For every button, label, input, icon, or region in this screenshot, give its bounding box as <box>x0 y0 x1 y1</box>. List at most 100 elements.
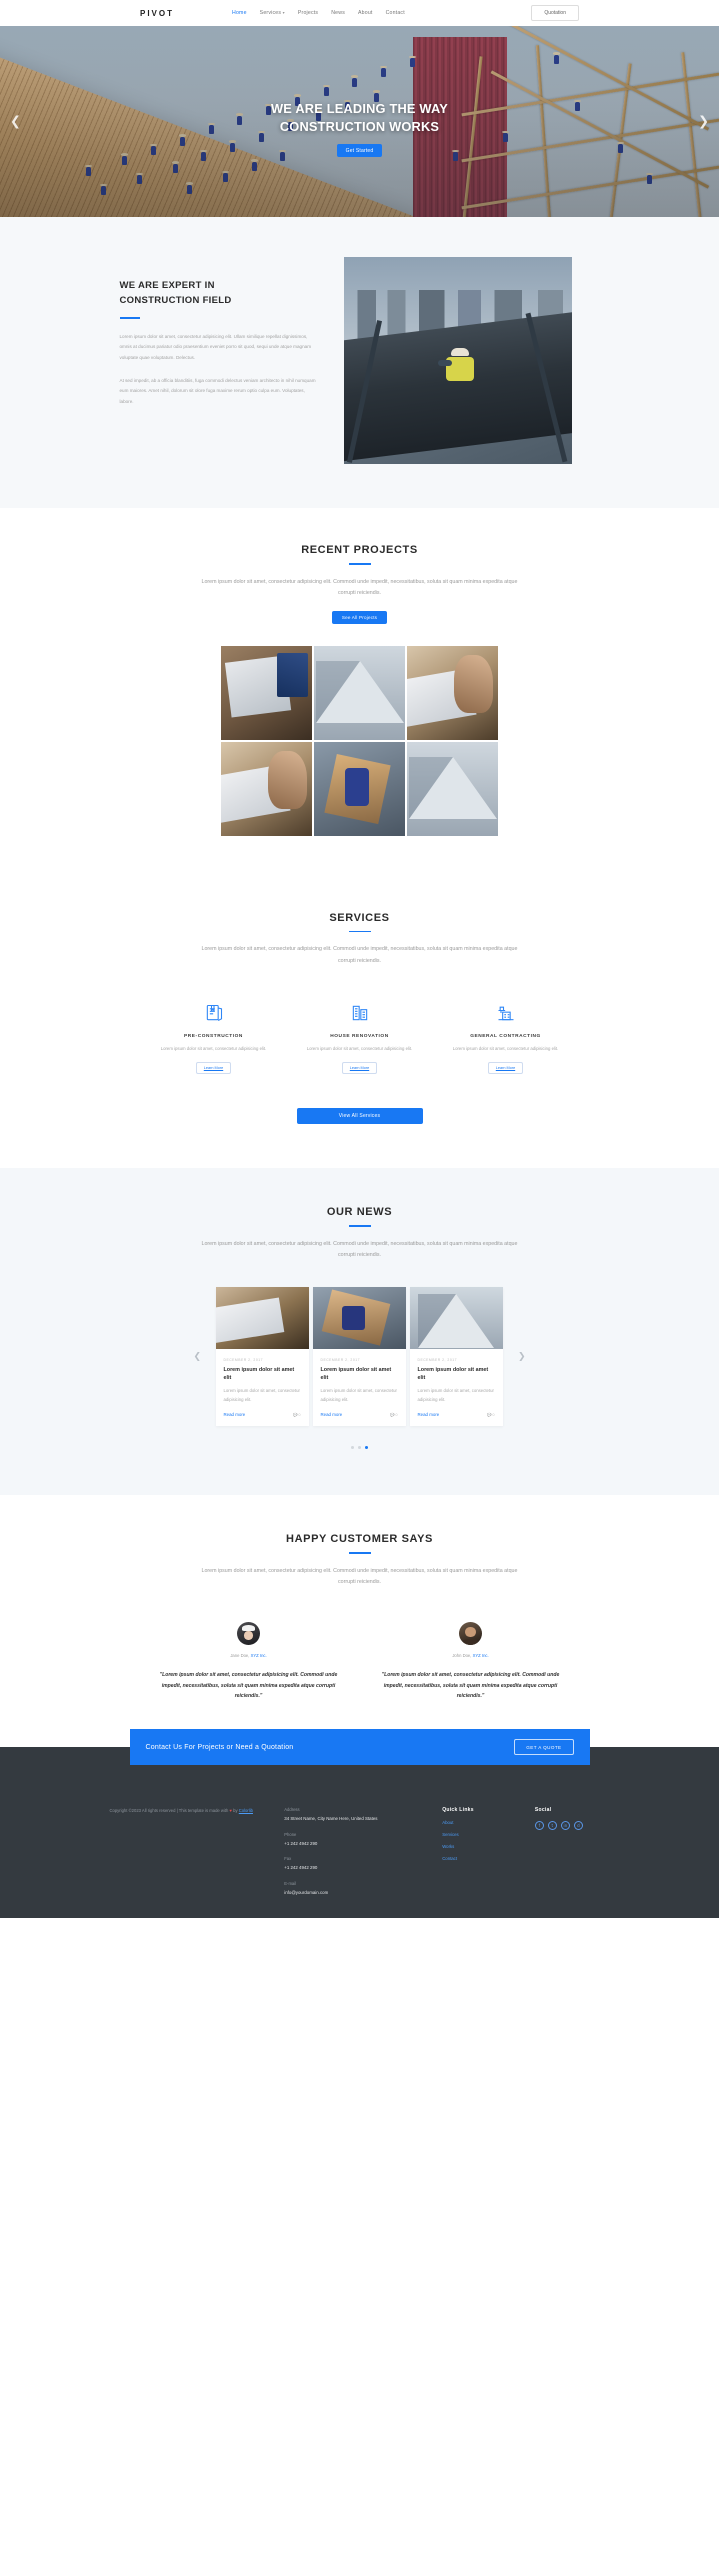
address-value: 34 Street Name, City Name Here, United S… <box>284 1816 378 1822</box>
carousel-dot-active[interactable] <box>365 1446 368 1450</box>
news-lead: Lorem ipsum dolor sit amet, consectetur … <box>201 1240 518 1258</box>
address-label: Address <box>284 1807 300 1813</box>
twitter-icon[interactable]: t <box>547 1821 557 1831</box>
view-all-services-button[interactable]: View All Services <box>296 1108 423 1125</box>
service-desc: Lorem ipsum dolor sit amet, consectetur … <box>160 1045 267 1051</box>
testimonial-author: John Doe, XYZ Inc. <box>382 1653 560 1658</box>
hero-next-arrow[interactable]: ❯ <box>698 114 709 129</box>
cta-banner: Contact Us For Projects or Need a Quotat… <box>129 1729 590 1766</box>
news-card[interactable]: DECEMBER 2, 2017 Lorem ipsum dolor sit a… <box>409 1287 503 1427</box>
hero-title-line2: CONSTRUCTION WORKS <box>279 119 440 134</box>
learn-more-button[interactable]: Learn More <box>341 1062 378 1075</box>
news-next-arrow[interactable]: ❯ <box>518 1352 526 1362</box>
testimonials-section: HAPPY CUSTOMER SAYS Lorem ipsum dolor si… <box>0 1495 719 1748</box>
news-card-image <box>409 1287 503 1350</box>
about-heading-line2: CONSTRUCTION FIELD <box>119 294 232 306</box>
email-label: E-mail <box>284 1880 297 1886</box>
testimonials-list: Jane Doe, XYZ Inc. "Lorem ipsum dolor si… <box>160 1622 560 1701</box>
footer-copyright-column: Copyright ©2023 All rights reserved | Th… <box>110 1807 267 1896</box>
news-carousel: ❮ ❯ DECEMBER 2, 2017 Lorem ipsum dolor s… <box>194 1287 526 1427</box>
about-text-column: WE ARE EXPERT IN CONSTRUCTION FIELD Lore… <box>119 257 320 407</box>
services-divider <box>348 930 371 933</box>
dribbble-icon[interactable]: d <box>573 1821 583 1831</box>
nav-label: Contact <box>385 10 405 16</box>
read-more-link[interactable]: Read more <box>418 1412 440 1417</box>
testimonials-title: HAPPY CUSTOMER SAYS <box>286 1533 433 1546</box>
phone-value: +1 242 4942 290 <box>284 1840 318 1846</box>
nav-item-services[interactable]: Services ▾ <box>260 10 285 16</box>
testimonial-name: John Doe, <box>452 1653 472 1659</box>
footer-link-works[interactable]: Works <box>442 1844 517 1849</box>
news-card[interactable]: DECEMBER 2, 2017 Lorem ipsum dolor sit a… <box>215 1287 309 1427</box>
news-card-title: Lorem ipsum dolor sit amet elit <box>417 1367 489 1381</box>
read-more-link[interactable]: Read more <box>321 1412 343 1417</box>
author-link[interactable]: Colorlib <box>239 1808 253 1813</box>
hero-prev-arrow[interactable]: ❮ <box>10 114 21 129</box>
about-heading-line1: WE ARE EXPERT IN <box>119 280 215 291</box>
blueprint-icon <box>150 1001 278 1025</box>
email-value: info@yourdomain.com <box>284 1889 329 1895</box>
chevron-down-icon: ▾ <box>282 10 285 15</box>
see-all-projects-button[interactable]: See All Projects <box>331 610 388 624</box>
service-desc: Lorem ipsum dolor sit amet, consectetur … <box>306 1045 413 1051</box>
site-header: PIVOT Home Services ▾ Projects News About… <box>0 0 719 26</box>
about-image-worker <box>437 348 478 394</box>
project-tile[interactable] <box>221 645 312 740</box>
hero-content: WE ARE LEADING THE WAY CONSTRUCTION WORK… <box>0 26 719 217</box>
footer-link-about[interactable]: About <box>442 1820 517 1825</box>
site-logo[interactable]: PIVOT <box>140 9 174 18</box>
testimonial-item: John Doe, XYZ Inc. "Lorem ipsum dolor si… <box>382 1622 560 1701</box>
learn-more-button[interactable]: Learn More <box>195 1062 232 1075</box>
hero-slider: ❮ ❯ WE ARE LEADING THE WAY CONSTRUCTION … <box>0 26 719 217</box>
footer-link-services[interactable]: Services <box>442 1832 517 1837</box>
quick-links-heading: Quick Links <box>442 1807 474 1814</box>
fax-value: +1 242 4942 290 <box>284 1865 318 1871</box>
testimonial-item: Jane Doe, XYZ Inc. "Lorem ipsum dolor si… <box>160 1622 338 1701</box>
about-image <box>343 257 572 464</box>
project-tile[interactable] <box>407 741 498 836</box>
news-card-image <box>312 1287 406 1350</box>
news-card[interactable]: DECEMBER 2, 2017 Lorem ipsum dolor sit a… <box>312 1287 406 1427</box>
nav-item-home[interactable]: Home <box>232 10 247 16</box>
news-card-title: Lorem ipsum dolor sit amet elit <box>223 1367 295 1381</box>
nav-item-contact[interactable]: Contact <box>386 10 405 16</box>
service-desc: Lorem ipsum dolor sit amet, consectetur … <box>452 1045 559 1051</box>
learn-more-button[interactable]: Learn More <box>487 1062 524 1075</box>
get-a-quote-button[interactable]: GET A QUOTE <box>514 1739 574 1756</box>
carousel-dot[interactable] <box>358 1446 361 1450</box>
testimonial-quote: "Lorem ipsum dolor sit amet, consectetur… <box>381 1672 560 1700</box>
nav-item-news[interactable]: News <box>331 10 345 16</box>
project-tile[interactable] <box>314 741 405 836</box>
copyright-text: Copyright ©2023 All rights reserved | Th… <box>109 1808 230 1814</box>
social-links: f t in d <box>534 1821 610 1831</box>
nav-item-about[interactable]: About <box>358 10 373 16</box>
project-tile[interactable] <box>407 645 498 740</box>
news-card-text: Lorem ipsum dolor sit amet, consectetur … <box>320 1388 397 1402</box>
news-section: OUR NEWS Lorem ipsum dolor sit amet, con… <box>0 1168 719 1496</box>
news-card-title: Lorem ipsum dolor sit amet elit <box>320 1367 392 1381</box>
facebook-icon[interactable]: f <box>534 1821 544 1831</box>
footer-link-contact[interactable]: Contact <box>442 1856 517 1861</box>
site-footer: Contact Us For Projects or Need a Quotat… <box>0 1729 719 1919</box>
hero-title-line1: WE ARE LEADING THE WAY <box>271 100 448 116</box>
projects-title: RECENT PROJECTS <box>301 544 418 556</box>
get-started-button[interactable]: Get Started <box>336 144 383 158</box>
service-item-pre-construction: PRE-CONSTRUCTION Lorem ipsum dolor sit a… <box>150 1001 278 1075</box>
service-name: PRE-CONSTRUCTION <box>184 1033 243 1039</box>
comment-count: 💬 0 <box>487 1412 495 1417</box>
project-tile[interactable] <box>314 645 405 740</box>
project-tile[interactable] <box>221 741 312 836</box>
services-list: PRE-CONSTRUCTION Lorem ipsum dolor sit a… <box>150 1001 570 1075</box>
news-card-date: DECEMBER 2, 2017 <box>320 1358 360 1363</box>
testimonials-lead: Lorem ipsum dolor sit amet, consectetur … <box>201 1567 518 1586</box>
avatar <box>459 1622 482 1646</box>
fax-label: Fax <box>284 1856 292 1862</box>
nav-label: Services <box>259 10 282 16</box>
linkedin-icon[interactable]: in <box>560 1821 570 1831</box>
read-more-link[interactable]: Read more <box>224 1412 246 1417</box>
news-prev-arrow[interactable]: ❮ <box>194 1352 202 1362</box>
carousel-dot[interactable] <box>351 1446 354 1450</box>
nav-item-projects[interactable]: Projects <box>298 10 318 16</box>
services-title: SERVICES <box>329 911 390 924</box>
quotation-button[interactable]: Quotation <box>531 5 579 21</box>
